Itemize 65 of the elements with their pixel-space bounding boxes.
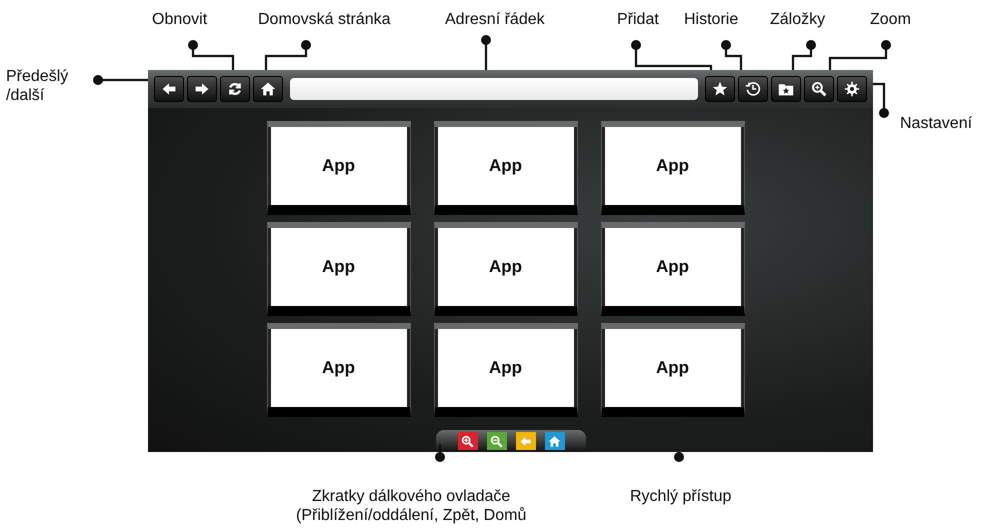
callout-label: Nastavení [900, 114, 972, 133]
leader-line [93, 75, 148, 85]
leader-line [264, 40, 311, 70]
leader-line [721, 40, 742, 70]
callout-label: Domovská stránka [258, 10, 390, 29]
leader-line [481, 35, 491, 70]
callout-label: Rychlý přístup [630, 487, 732, 506]
home-icon [548, 434, 561, 448]
history-button[interactable] [738, 76, 768, 102]
home-icon [260, 81, 276, 97]
zoom-button[interactable] [804, 76, 834, 102]
app-label: App [322, 257, 356, 277]
zoom-in-shortcut-button[interactable] [458, 432, 478, 450]
callout-label: Adresní řádek [445, 10, 545, 29]
back-button[interactable] [154, 76, 184, 102]
leader-line [828, 40, 891, 70]
app-tile[interactable]: App [600, 222, 744, 316]
settings-icon [844, 81, 860, 97]
zoom-icon [811, 81, 827, 97]
app-tile[interactable]: App [434, 222, 578, 316]
app-label: App [656, 156, 690, 176]
back-shortcut-button[interactable] [516, 432, 536, 450]
app-tile[interactable]: App [434, 121, 578, 215]
history-clock-icon [745, 81, 761, 97]
callout-label: Přidat [617, 10, 659, 29]
leader-line [435, 444, 445, 462]
app-tile[interactable]: App [266, 323, 410, 417]
home-shortcut-button[interactable] [544, 432, 564, 450]
callout-label: Záložky [770, 10, 826, 29]
app-label: App [322, 358, 356, 378]
forward-button[interactable] [187, 76, 217, 102]
left-arrow-icon [161, 81, 177, 97]
callout-label: Obnovit [152, 10, 208, 29]
zoom-out-shortcut-button[interactable] [486, 432, 506, 450]
app-label: App [656, 257, 690, 277]
star-button[interactable] [705, 76, 735, 102]
app-tile[interactable]: App [600, 121, 744, 215]
leader-line [873, 82, 889, 118]
settings-button[interactable] [837, 76, 867, 102]
leader-line [188, 40, 234, 70]
app-label: App [488, 156, 522, 176]
zoom-out-icon [490, 434, 503, 448]
app-tile[interactable]: App [266, 121, 410, 215]
app-label: App [322, 156, 356, 176]
home-button[interactable] [253, 76, 283, 102]
left-arrow-icon [519, 434, 532, 448]
refresh-button[interactable] [220, 76, 250, 102]
app-label: App [488, 358, 522, 378]
leader-line [792, 40, 816, 70]
address-field[interactable] [290, 78, 698, 100]
app-tile[interactable]: App [434, 323, 578, 417]
callout-label: Zoom [870, 10, 911, 29]
callout-label: Historie [684, 10, 738, 29]
callout-label: Zkratky dálkového ovladače (Přiblížení/oddálení, Zpět, Domů [296, 487, 526, 525]
app-tile[interactable]: App [600, 323, 744, 417]
app-tile[interactable]: App [266, 222, 410, 316]
bookmarks-button[interactable] [771, 76, 801, 102]
callout-label: Předešlý /další [6, 67, 68, 105]
folder-star-icon [778, 81, 794, 97]
app-label: App [656, 358, 690, 378]
right-arrow-icon [194, 81, 210, 97]
zoom-in-icon [461, 434, 474, 448]
refresh-icon [227, 81, 243, 97]
app-label: App [488, 257, 522, 277]
star-icon [712, 81, 728, 97]
